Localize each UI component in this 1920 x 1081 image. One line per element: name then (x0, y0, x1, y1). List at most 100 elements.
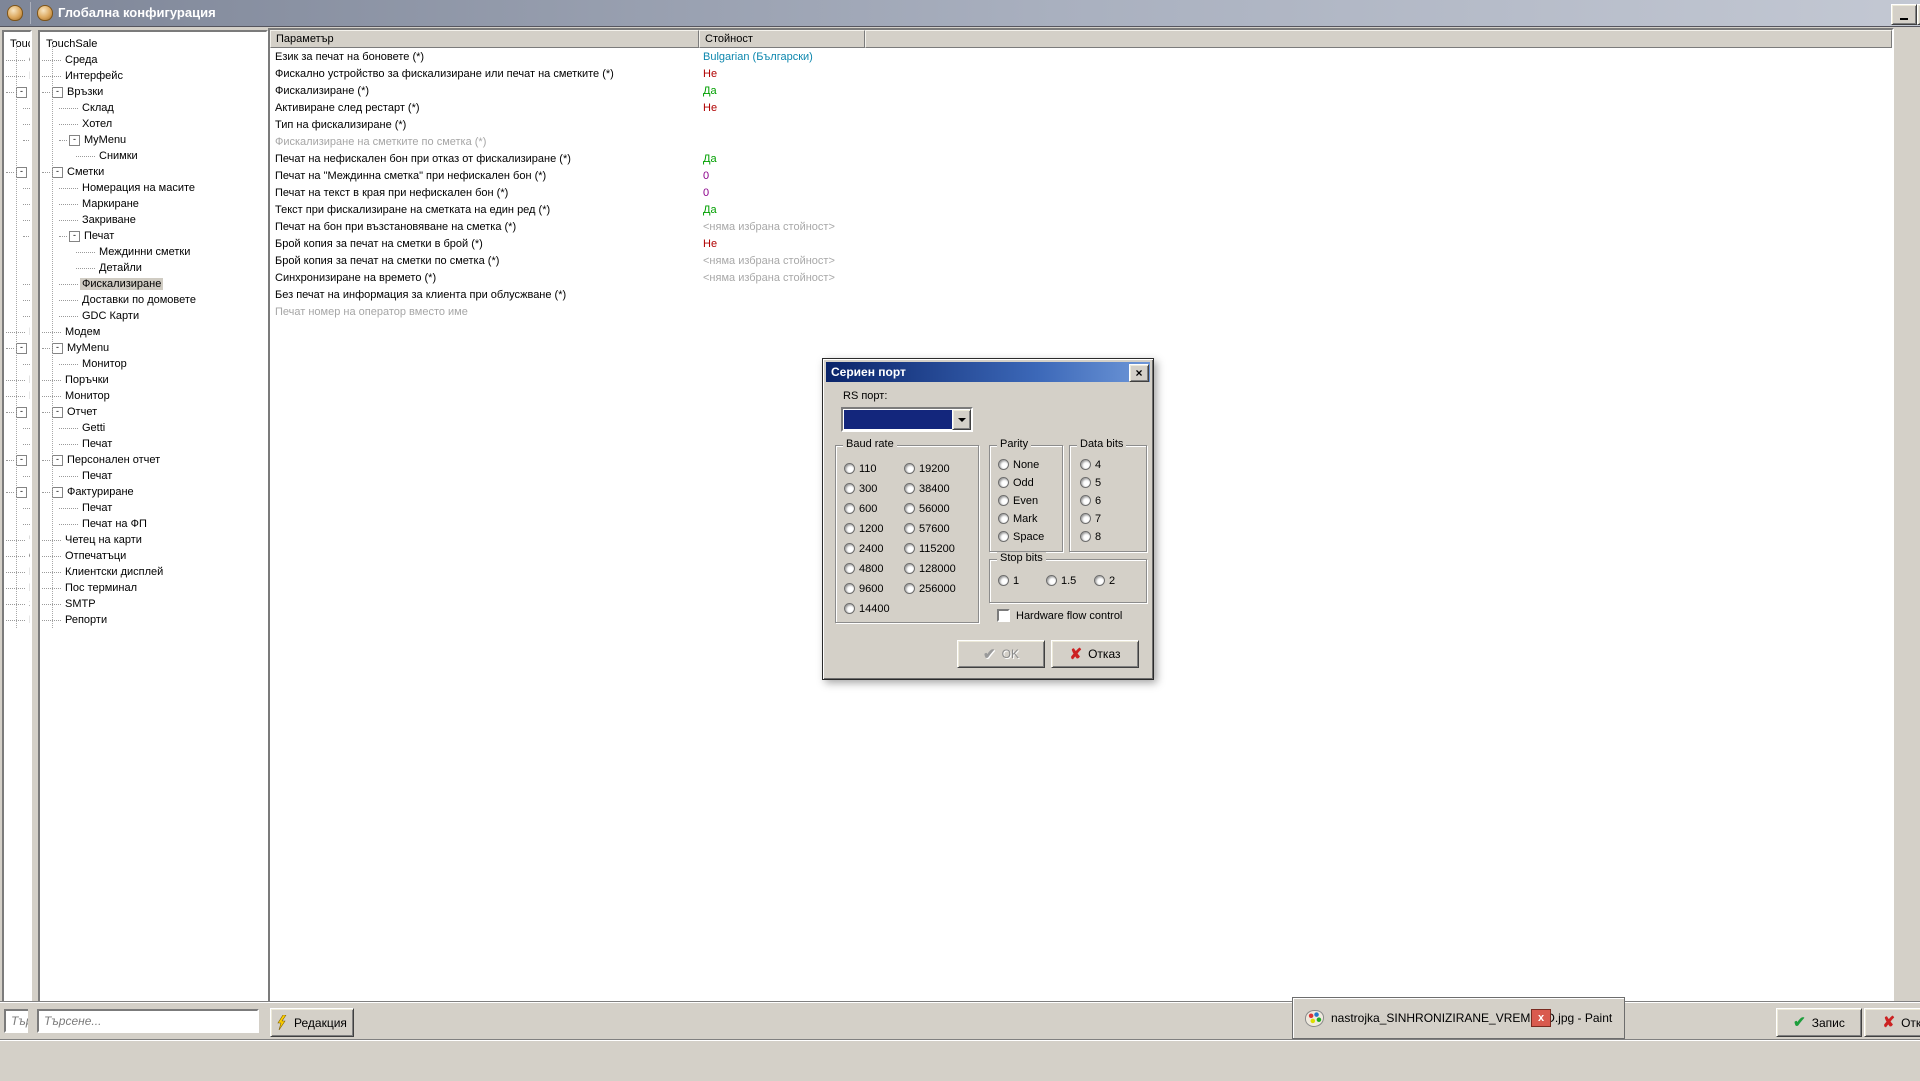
radio-button[interactable] (844, 583, 855, 594)
minimize-button[interactable] (1891, 4, 1917, 25)
tree-collapse-box[interactable]: - (16, 455, 27, 466)
radio-button[interactable] (844, 483, 855, 494)
radio-option-mark[interactable]: Mark (998, 512, 1037, 525)
radio-button[interactable] (904, 483, 915, 494)
tree-item-smtp[interactable]: SMTP (40, 596, 268, 612)
radio-option-115200[interactable]: 115200 (904, 542, 955, 555)
tree-item-печат[interactable]: -Печат (4, 228, 32, 244)
cancel-button[interactable]: ✘ Отказ (1864, 1008, 1920, 1037)
tree-item-репорти[interactable]: Репорти (4, 612, 32, 628)
radio-button[interactable] (1094, 575, 1105, 586)
parameter-row[interactable]: Печат на "Междинна сметка" при нефискале… (270, 167, 1892, 184)
radio-option-4800[interactable]: 4800 (844, 562, 883, 575)
parameter-row[interactable]: Печат номер на оператор вместо име (270, 303, 1892, 320)
tree-item-отчет[interactable]: -Отчет (40, 404, 268, 420)
radio-option-600[interactable]: 600 (844, 502, 877, 515)
tree-item-печат[interactable]: Печат (4, 436, 32, 452)
paint-close-button[interactable]: x (1531, 1009, 1551, 1027)
column-header-parameter[interactable]: Параметър (270, 30, 699, 48)
radio-option-128000[interactable]: 128000 (904, 562, 956, 575)
tree-item-четец-на-карти[interactable]: Четец на карти (40, 532, 268, 548)
radio-button[interactable] (844, 503, 855, 514)
radio-option-14400[interactable]: 14400 (844, 602, 890, 615)
save-button[interactable]: ✔ Запис (1776, 1008, 1862, 1037)
radio-option-5[interactable]: 5 (1080, 476, 1101, 489)
radio-button[interactable] (904, 583, 915, 594)
tree-item-поръчки[interactable]: Поръчки (40, 372, 268, 388)
parameter-row[interactable]: Без печат на информация за клиента при о… (270, 286, 1892, 303)
tree-item-хотел[interactable]: Хотел (4, 116, 32, 132)
radio-option-1[interactable]: 1 (998, 574, 1019, 587)
radio-button[interactable] (904, 463, 915, 474)
tree-item-монитор[interactable]: Монитор (40, 356, 268, 372)
radio-option-none[interactable]: None (998, 458, 1039, 471)
tree-item-персонален-отчет[interactable]: -Персонален отчет (4, 452, 32, 468)
tree-item-номерация-на-масите[interactable]: Номерация на масите (40, 180, 268, 196)
radio-button[interactable] (844, 523, 855, 534)
radio-button[interactable] (1046, 575, 1057, 586)
tree-item-монитор[interactable]: Монитор (4, 388, 32, 404)
parameter-row[interactable]: Фискално устройство за фискализиране или… (270, 65, 1892, 82)
tree-item-сметки[interactable]: -Сметки (40, 164, 268, 180)
tree-item-маркиране[interactable]: Маркиране (4, 196, 32, 212)
radio-button[interactable] (844, 563, 855, 574)
tree-item-доставки-по-домовете[interactable]: Доставки по домовете (4, 292, 32, 308)
tree-collapse-box[interactable]: - (16, 87, 27, 98)
tree-item-печат[interactable]: Печат (40, 436, 268, 452)
tree-item-отпечатъци[interactable]: Отпечатъци (40, 548, 268, 564)
dialog-cancel-button[interactable]: ✘ Отказ (1051, 640, 1139, 668)
tree-collapse-box[interactable]: - (16, 487, 27, 498)
tree-item-закриване[interactable]: Закриване (4, 212, 32, 228)
tree-item-gdc-карти[interactable]: GDC Карти (40, 308, 268, 324)
rs-port-combobox[interactable] (841, 407, 973, 432)
radio-option-1-5[interactable]: 1.5 (1046, 574, 1076, 587)
radio-option-56000[interactable]: 56000 (904, 502, 950, 515)
tree-item-печат[interactable]: -Печат (40, 228, 268, 244)
radio-button[interactable] (1080, 495, 1091, 506)
tree-item-снимки[interactable]: Снимки (40, 148, 268, 164)
tree-item-доставки-по-домовете[interactable]: Доставки по домовете (40, 292, 268, 308)
radio-button[interactable] (904, 563, 915, 574)
tree-item-монитор[interactable]: Монитор (4, 356, 32, 372)
tree-item-клиентски-дисплей[interactable]: Клиентски дисплей (40, 564, 268, 580)
radio-option-8[interactable]: 8 (1080, 530, 1101, 543)
radio-button[interactable] (844, 543, 855, 554)
radio-option-1200[interactable]: 1200 (844, 522, 883, 535)
search-input[interactable]: Търсене... (4, 1009, 28, 1033)
tree-item-клиентски-дисплей[interactable]: Клиентски дисплей (4, 564, 32, 580)
parameter-row[interactable]: Език за печат на боновете (*)Bulgarian (… (270, 48, 1892, 65)
tree-item-touchsale[interactable]: TouchSale (4, 36, 32, 52)
tree-item-склад[interactable]: Склад (4, 100, 32, 116)
tree-item-детайли[interactable]: Детайли (40, 260, 268, 276)
tree-item-сметки[interactable]: -Сметки (4, 164, 32, 180)
radio-button[interactable] (1080, 531, 1091, 542)
parameter-row[interactable]: Брой копия за печат на сметки в брой (*)… (270, 235, 1892, 252)
tree-collapse-box[interactable]: - (52, 343, 63, 354)
parameter-row[interactable]: Активиране след рестарт (*)Не (270, 99, 1892, 116)
search-input[interactable]: Търсене... (37, 1009, 259, 1033)
tree-collapse-box[interactable]: - (52, 87, 63, 98)
radio-button[interactable] (998, 531, 1009, 542)
tree-item-модем[interactable]: Модем (4, 324, 32, 340)
tree-item-пос-терминал[interactable]: Пос терминал (40, 580, 268, 596)
radio-button[interactable] (998, 477, 1009, 488)
paint-window-fragment[interactable]: nastrojka_SINHRONIZIRANE_VREMETO.jpg - P… (1292, 997, 1625, 1039)
tree-item-gdc-карти[interactable]: GDC Карти (4, 308, 32, 324)
radio-option-38400[interactable]: 38400 (904, 482, 950, 495)
parameter-row[interactable]: Тип на фискализиране (*) (270, 116, 1892, 133)
tree-item-getti[interactable]: Getti (40, 420, 268, 436)
radio-button[interactable] (1080, 477, 1091, 488)
tree-collapse-box[interactable]: - (52, 167, 63, 178)
parameter-row[interactable]: Брой копия за печат на сметки по сметка … (270, 252, 1892, 269)
tree-item-печат[interactable]: Печат (40, 500, 268, 516)
radio-option-19200[interactable]: 19200 (904, 462, 950, 475)
tree-item-маркиране[interactable]: Маркиране (40, 196, 268, 212)
radio-option-odd[interactable]: Odd (998, 476, 1034, 489)
dialog-close-button[interactable]: × (1129, 364, 1149, 382)
tree-item-интерфейс[interactable]: Интерфейс (40, 68, 268, 84)
radio-button[interactable] (998, 575, 1009, 586)
radio-option-300[interactable]: 300 (844, 482, 877, 495)
parameter-row[interactable]: Фискализиране на сметките по сметка (*) (270, 133, 1892, 150)
tree-item-фискализиране[interactable]: Фискализиране (4, 276, 32, 292)
tree-collapse-box[interactable]: - (69, 231, 80, 242)
